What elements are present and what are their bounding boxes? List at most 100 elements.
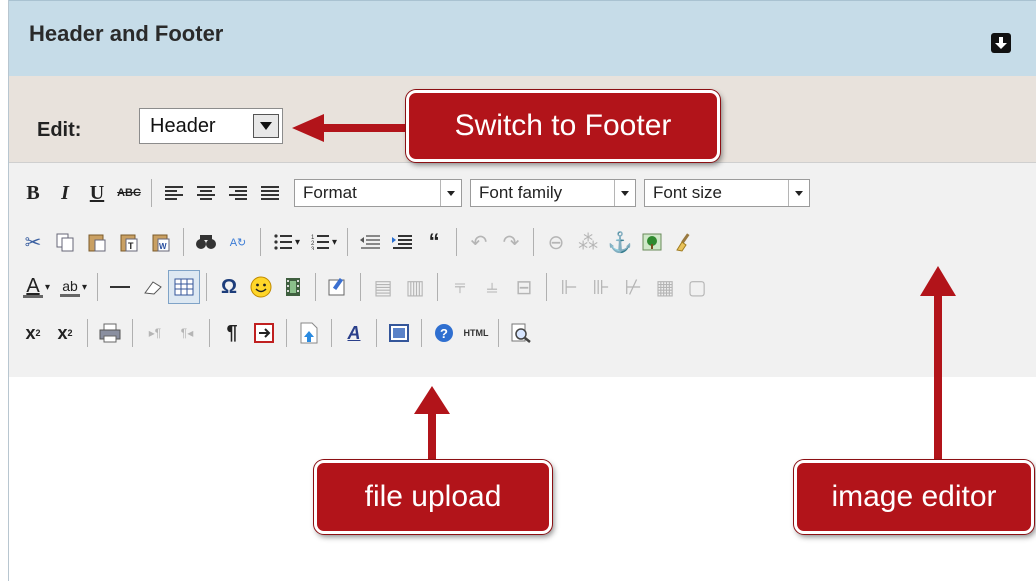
file-upload-icon[interactable]	[293, 316, 325, 350]
styles-icon[interactable]: A	[338, 316, 370, 350]
emoticon-icon[interactable]	[245, 270, 277, 304]
separator	[546, 273, 548, 301]
chevron-down-icon[interactable]	[253, 114, 279, 138]
merge-cells-icon[interactable]: ▢	[681, 270, 713, 304]
separator	[87, 319, 88, 347]
find-icon[interactable]	[190, 225, 222, 259]
unlink-icon[interactable]: ⁂	[572, 225, 604, 259]
chevron-down-icon[interactable]	[614, 180, 635, 206]
chevron-down-icon[interactable]	[440, 180, 461, 206]
delete-row-icon[interactable]: ⊟	[508, 270, 540, 304]
separator	[421, 319, 422, 347]
insert-col-before-icon[interactable]: ⊩	[553, 270, 585, 304]
print-icon[interactable]	[94, 316, 126, 350]
align-right-icon[interactable]	[222, 176, 254, 210]
format-select[interactable]: Format	[294, 179, 462, 207]
svg-text:W: W	[159, 242, 167, 251]
font-size-select[interactable]: Font size	[644, 179, 810, 207]
edit-select-value: Header	[150, 115, 216, 137]
toolbar-row-2: ✂ T W A↻ ▾ 123 ▾ “ ↶ ↷ ⊖ ⁂ ⚓	[17, 222, 700, 262]
callout-file-upload: file upload	[314, 460, 552, 534]
arrow-to-edit-select	[292, 114, 418, 142]
image-icon[interactable]	[636, 225, 668, 259]
page-break-icon[interactable]	[248, 316, 280, 350]
rtl-icon[interactable]: ¶◂	[171, 316, 203, 350]
edit-attributes-icon[interactable]	[322, 270, 354, 304]
separator	[209, 319, 210, 347]
align-justify-icon[interactable]	[254, 176, 286, 210]
insert-row-before-icon[interactable]: ⫧	[444, 270, 476, 304]
edit-label: Edit:	[37, 119, 82, 141]
underline-icon[interactable]: U	[81, 176, 113, 210]
horizontal-rule-icon[interactable]	[104, 270, 136, 304]
paste-text-icon[interactable]: T	[113, 225, 145, 259]
font-family-select[interactable]: Font family	[470, 179, 636, 207]
media-icon[interactable]	[277, 270, 309, 304]
preview-icon[interactable]	[505, 316, 537, 350]
collapse-button[interactable]	[991, 33, 1011, 53]
align-left-icon[interactable]	[158, 176, 190, 210]
indent-icon[interactable]	[386, 225, 418, 259]
link-icon[interactable]: ⊖	[540, 225, 572, 259]
copy-icon[interactable]	[49, 225, 81, 259]
separator	[498, 319, 499, 347]
separator	[97, 273, 99, 301]
template-icon[interactable]	[383, 316, 415, 350]
edit-target-select[interactable]: Header	[139, 108, 283, 144]
editor-toolbar: B I U ABC Format Font family Font size ✂…	[9, 162, 1036, 378]
delete-col-icon[interactable]: ⊬	[617, 270, 649, 304]
insert-row-after-icon[interactable]: ⫨	[476, 270, 508, 304]
blockquote-icon[interactable]: “	[418, 225, 450, 259]
separator	[286, 319, 287, 347]
html-source-button[interactable]: HTML	[460, 316, 492, 350]
chevron-down-icon[interactable]: ▾	[295, 237, 300, 248]
chevron-down-icon[interactable]: ▾	[332, 237, 337, 248]
table-cell-props-icon[interactable]: ▥	[399, 270, 431, 304]
toolbar-row-3: A ▾ ab ▾ Ω ▤ ▥ ⫧ ⫨ ⊟ ⊩ ⊪ ⊬ ▦ ▢	[17, 267, 713, 307]
bold-icon[interactable]: B	[17, 176, 49, 210]
chevron-down-icon[interactable]: ▾	[45, 282, 50, 293]
table-row-props-icon[interactable]: ▤	[367, 270, 399, 304]
superscript-icon[interactable]: x2	[49, 316, 81, 350]
separator	[206, 273, 208, 301]
toolbar-row-1: B I U ABC Format Font family Font size	[17, 173, 818, 213]
separator	[183, 228, 184, 256]
strikethrough-icon[interactable]: ABC	[113, 176, 145, 210]
separator	[315, 273, 317, 301]
cut-icon[interactable]: ✂	[17, 225, 49, 259]
italic-icon[interactable]: I	[49, 176, 81, 210]
ltr-icon[interactable]: ▸¶	[139, 316, 171, 350]
undo-icon[interactable]: ↶	[463, 225, 495, 259]
insert-col-after-icon[interactable]: ⊪	[585, 270, 617, 304]
anchor-icon[interactable]: ⚓	[604, 225, 636, 259]
arrow-to-image-editor	[920, 266, 956, 464]
special-character-icon[interactable]: Ω	[213, 270, 245, 304]
arrow-to-file-upload	[414, 386, 450, 464]
separator	[437, 273, 439, 301]
font-family-select-label: Font family	[479, 183, 563, 202]
paste-icon[interactable]	[81, 225, 113, 259]
separator	[533, 228, 535, 256]
redo-icon[interactable]: ↷	[495, 225, 527, 259]
chevron-down-icon[interactable]	[788, 180, 809, 206]
chevron-down-icon[interactable]: ▾	[82, 282, 87, 293]
paste-word-icon[interactable]: W	[145, 225, 177, 259]
panel-title: Header and Footer	[29, 21, 224, 46]
separator	[151, 179, 152, 207]
outdent-icon[interactable]	[354, 225, 386, 259]
align-center-icon[interactable]	[190, 176, 222, 210]
eraser-icon[interactable]	[136, 270, 168, 304]
subscript-icon[interactable]: x2	[17, 316, 49, 350]
separator	[347, 228, 349, 256]
separator	[331, 319, 332, 347]
cleanup-icon[interactable]	[668, 225, 700, 259]
panel-title-bar: Header and Footer	[9, 0, 1036, 77]
visual-aid-icon[interactable]	[168, 270, 201, 304]
svg-text:?: ?	[440, 326, 448, 341]
replace-icon[interactable]: A↻	[222, 225, 254, 259]
show-blocks-icon[interactable]: ¶	[216, 316, 248, 350]
split-cells-icon[interactable]: ▦	[649, 270, 681, 304]
toolbar-row-4: x2 x2 ▸¶ ¶◂ ¶ A ? HTML	[17, 313, 537, 353]
format-select-label: Format	[303, 183, 357, 202]
help-icon[interactable]: ?	[428, 316, 460, 350]
